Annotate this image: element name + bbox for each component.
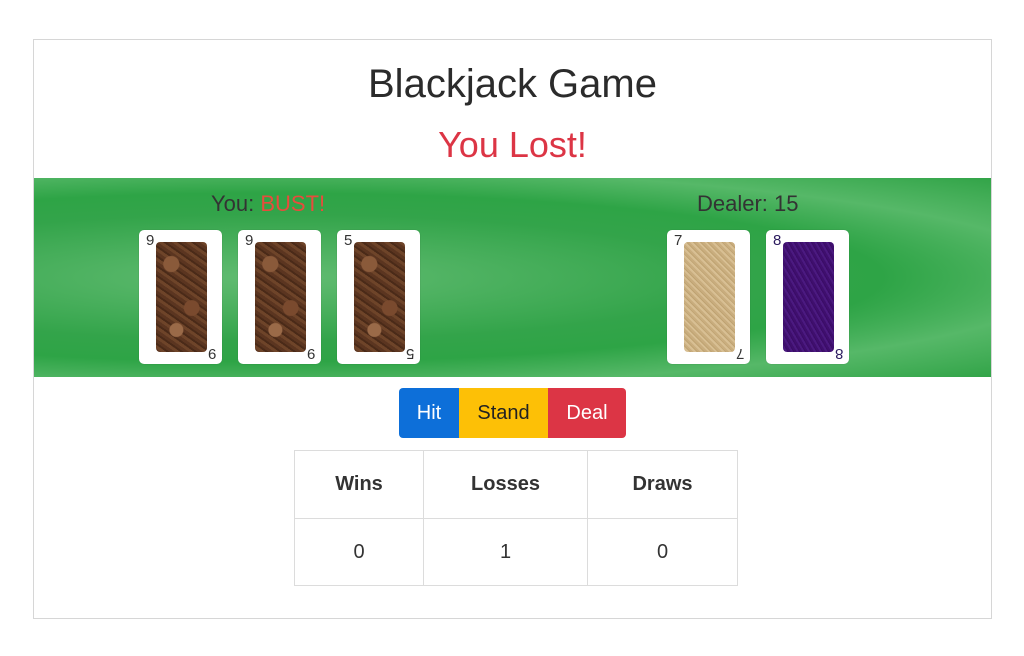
action-buttons: Hit Stand Deal xyxy=(399,388,626,438)
score-header-row: Wins Losses Draws xyxy=(294,450,738,519)
page-title: Blackjack Game xyxy=(368,62,657,106)
player-card-1: 9 9 xyxy=(139,230,222,364)
draws-value: 0 xyxy=(587,518,738,586)
card-rank-top: 9 xyxy=(146,232,155,249)
player-card-3: 5 5 xyxy=(337,230,420,364)
score-table: Wins Losses Draws 0 1 0 xyxy=(294,450,738,586)
player-status: BUST! xyxy=(260,191,326,216)
dealer-card-1: 7 7 xyxy=(667,230,750,364)
hit-button[interactable]: Hit xyxy=(399,388,459,438)
card-back xyxy=(684,242,735,352)
card-back xyxy=(156,242,207,352)
player-card-2: 9 9 xyxy=(238,230,321,364)
deal-button[interactable]: Deal xyxy=(548,388,626,438)
dealer-card-2: 8 8 xyxy=(766,230,849,364)
card-back xyxy=(354,242,405,352)
losses-value: 1 xyxy=(423,518,588,586)
wins-value: 0 xyxy=(294,518,424,586)
score-value-row: 0 1 0 xyxy=(294,518,738,586)
player-label: You: BUST! xyxy=(211,191,325,217)
card-rank-bottom: 7 xyxy=(735,345,744,362)
draws-header: Draws xyxy=(587,450,738,519)
card-rank-bottom: 9 xyxy=(207,345,216,362)
card-rank-top: 7 xyxy=(674,232,683,249)
card-rank-top: 9 xyxy=(245,232,254,249)
player-label-prefix: You: xyxy=(211,191,261,216)
dealer-label: Dealer: 15 xyxy=(697,191,799,216)
card-rank-top: 8 xyxy=(773,232,782,249)
card-back xyxy=(783,242,834,352)
losses-header: Losses xyxy=(423,450,588,519)
game-panel: Blackjack Game You Lost! You: BUST! Deal… xyxy=(33,39,992,619)
card-rank-top: 5 xyxy=(344,232,353,249)
card-back xyxy=(255,242,306,352)
card-rank-bottom: 9 xyxy=(306,345,315,362)
wins-header: Wins xyxy=(294,450,424,519)
game-result: You Lost! xyxy=(438,124,587,165)
card-table: You: BUST! Dealer: 15 9 9 9 9 5 5 7 7 8 … xyxy=(34,178,991,377)
card-rank-bottom: 8 xyxy=(834,345,843,362)
card-rank-bottom: 5 xyxy=(405,345,414,362)
stand-button[interactable]: Stand xyxy=(459,388,548,438)
